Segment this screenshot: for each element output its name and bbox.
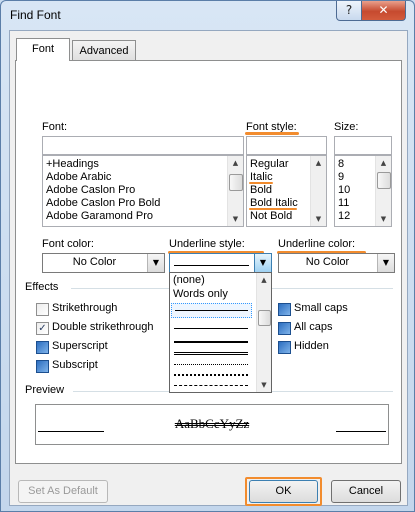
underline-option-dashed[interactable] xyxy=(174,385,248,386)
size-list-scrollbar[interactable]: ▲ ▼ xyxy=(375,156,391,226)
font-list-scrollbar[interactable]: ▲ ▼ xyxy=(227,156,243,226)
scroll-thumb[interactable] xyxy=(258,310,271,326)
chevron-down-icon[interactable]: ▼ xyxy=(254,254,271,272)
font-tab-panel: Font: +Headings Adobe Arabic Adobe Caslo… xyxy=(15,60,402,464)
list-item[interactable]: (none) xyxy=(173,274,205,286)
underline-color-value: No Color xyxy=(305,256,350,268)
list-item[interactable]: Bold xyxy=(250,184,272,197)
font-input[interactable] xyxy=(42,136,244,155)
list-item[interactable]: Adobe Caslon Pro xyxy=(46,184,135,197)
tab-font-label: Font xyxy=(31,43,54,55)
underline-option-thick[interactable] xyxy=(174,341,248,343)
superscript-checkbox[interactable] xyxy=(36,341,49,354)
ok-button[interactable]: OK xyxy=(249,480,318,503)
list-item[interactable]: Not Bold xyxy=(250,210,292,223)
subscript-checkbox[interactable] xyxy=(36,360,49,373)
underline-color-combo[interactable]: No Color ▼ xyxy=(278,253,395,273)
font-style-input[interactable] xyxy=(246,136,327,155)
list-item[interactable]: Adobe Arabic xyxy=(46,171,111,184)
cancel-button[interactable]: Cancel xyxy=(331,480,401,503)
underline-option-thick-dotted[interactable] xyxy=(174,374,248,376)
underline-style-label: Underline style: xyxy=(169,238,245,250)
all-caps-checkbox[interactable] xyxy=(278,322,291,335)
font-style-list[interactable]: Regular Italic Bold Bold Italic Not Bold… xyxy=(246,155,327,227)
bold-italic-highlight xyxy=(249,208,297,210)
small-caps-label: Small caps xyxy=(294,302,348,314)
list-item[interactable]: 8 xyxy=(338,158,344,171)
scroll-thumb[interactable] xyxy=(229,174,243,191)
font-color-combo[interactable]: No Color ▼ xyxy=(42,253,165,273)
all-caps-label: All caps xyxy=(294,321,333,333)
scroll-up-icon[interactable]: ▲ xyxy=(376,156,391,170)
list-item[interactable]: 12 xyxy=(338,210,350,223)
chevron-down-icon[interactable]: ▼ xyxy=(147,254,164,272)
scroll-up-icon[interactable]: ▲ xyxy=(311,156,326,170)
underline-style-dropdown[interactable]: (none) Words only ▲ ▼ xyxy=(169,272,272,393)
size-label: Size: xyxy=(334,121,359,133)
superscript-label: Superscript xyxy=(52,340,108,352)
list-item[interactable]: 10 xyxy=(338,184,350,197)
italic-highlight xyxy=(249,182,273,184)
tab-advanced[interactable]: Advanced xyxy=(72,40,136,61)
underline-option-swatch xyxy=(175,310,248,311)
preview-sample: AaBbCcYyZz xyxy=(174,416,250,431)
scroll-down-icon[interactable]: ▼ xyxy=(228,212,243,226)
list-item[interactable]: Words only xyxy=(173,288,228,300)
underline-style-combo[interactable]: ▼ xyxy=(169,253,272,273)
effects-label: Effects xyxy=(25,281,59,293)
tab-font[interactable]: Font xyxy=(16,38,70,61)
underline-style-current-swatch xyxy=(174,265,249,266)
underline-option-dotted[interactable] xyxy=(174,364,248,365)
tab-advanced-label: Advanced xyxy=(79,45,129,57)
font-list[interactable]: +Headings Adobe Arabic Adobe Caslon Pro … xyxy=(42,155,244,227)
scroll-thumb[interactable] xyxy=(377,172,391,189)
list-item[interactable]: 9 xyxy=(338,171,344,184)
strikethrough-checkbox[interactable] xyxy=(36,303,49,316)
preview-label: Preview xyxy=(25,384,65,396)
font-label: Font: xyxy=(42,121,68,133)
close-button[interactable]: ✕ xyxy=(361,1,406,21)
preview-sample-wrap: AaBbCcYyZz xyxy=(36,416,388,432)
font-style-scrollbar[interactable]: ▲ ▼ xyxy=(310,156,326,226)
list-item[interactable]: Adobe Caslon Pro Bold xyxy=(46,197,160,210)
scroll-down-icon[interactable]: ▼ xyxy=(376,212,391,226)
underline-dropdown-scrollbar[interactable]: ▲ ▼ xyxy=(256,273,271,392)
subscript-label: Subscript xyxy=(52,359,98,371)
underline-color-label: Underline color: xyxy=(278,238,356,250)
underline-option-double[interactable] xyxy=(174,352,248,355)
size-list[interactable]: 8 9 10 11 12 ▲ ▼ xyxy=(334,155,392,227)
check-icon: ✓ xyxy=(38,323,47,334)
list-item[interactable]: 11 xyxy=(338,197,349,210)
scroll-down-icon[interactable]: ▼ xyxy=(311,212,326,226)
hidden-label: Hidden xyxy=(294,340,329,352)
double-strikethrough-label: Double strikethrough xyxy=(52,321,154,333)
font-color-value: No Color xyxy=(72,256,117,268)
help-icon: ? xyxy=(345,3,353,17)
title-bar: Find Font ? ✕ xyxy=(1,1,414,29)
hidden-checkbox[interactable] xyxy=(278,341,291,354)
underline-option-single[interactable] xyxy=(174,328,248,329)
size-input[interactable] xyxy=(334,136,392,155)
scroll-up-icon[interactable]: ▲ xyxy=(228,156,243,170)
list-item[interactable]: Regular xyxy=(250,158,289,171)
list-item[interactable]: +Headings xyxy=(46,158,99,171)
font-color-label: Font color: xyxy=(42,238,94,250)
list-item[interactable]: Adobe Garamond Pro xyxy=(46,210,153,223)
scroll-up-icon[interactable]: ▲ xyxy=(257,273,271,287)
double-strikethrough-checkbox[interactable]: ✓ xyxy=(36,322,49,335)
find-font-dialog: Find Font ? ✕ Font Advanced Font: +Headi… xyxy=(0,0,415,512)
help-button[interactable]: ? xyxy=(336,1,362,21)
small-caps-checkbox[interactable] xyxy=(278,303,291,316)
window-title: Find Font xyxy=(10,8,61,22)
font-style-highlight xyxy=(245,132,299,135)
close-icon: ✕ xyxy=(378,3,389,17)
chevron-down-icon[interactable]: ▼ xyxy=(377,254,394,272)
dialog-body: Font Advanced Font: +Headings Adobe Arab… xyxy=(9,30,408,506)
scroll-down-icon[interactable]: ▼ xyxy=(257,378,271,392)
underline-option-selected[interactable] xyxy=(171,303,252,318)
strikethrough-label: Strikethrough xyxy=(52,302,118,314)
set-as-default-button[interactable]: Set As Default xyxy=(18,480,108,503)
preview-box: AaBbCcYyZz xyxy=(35,404,389,445)
